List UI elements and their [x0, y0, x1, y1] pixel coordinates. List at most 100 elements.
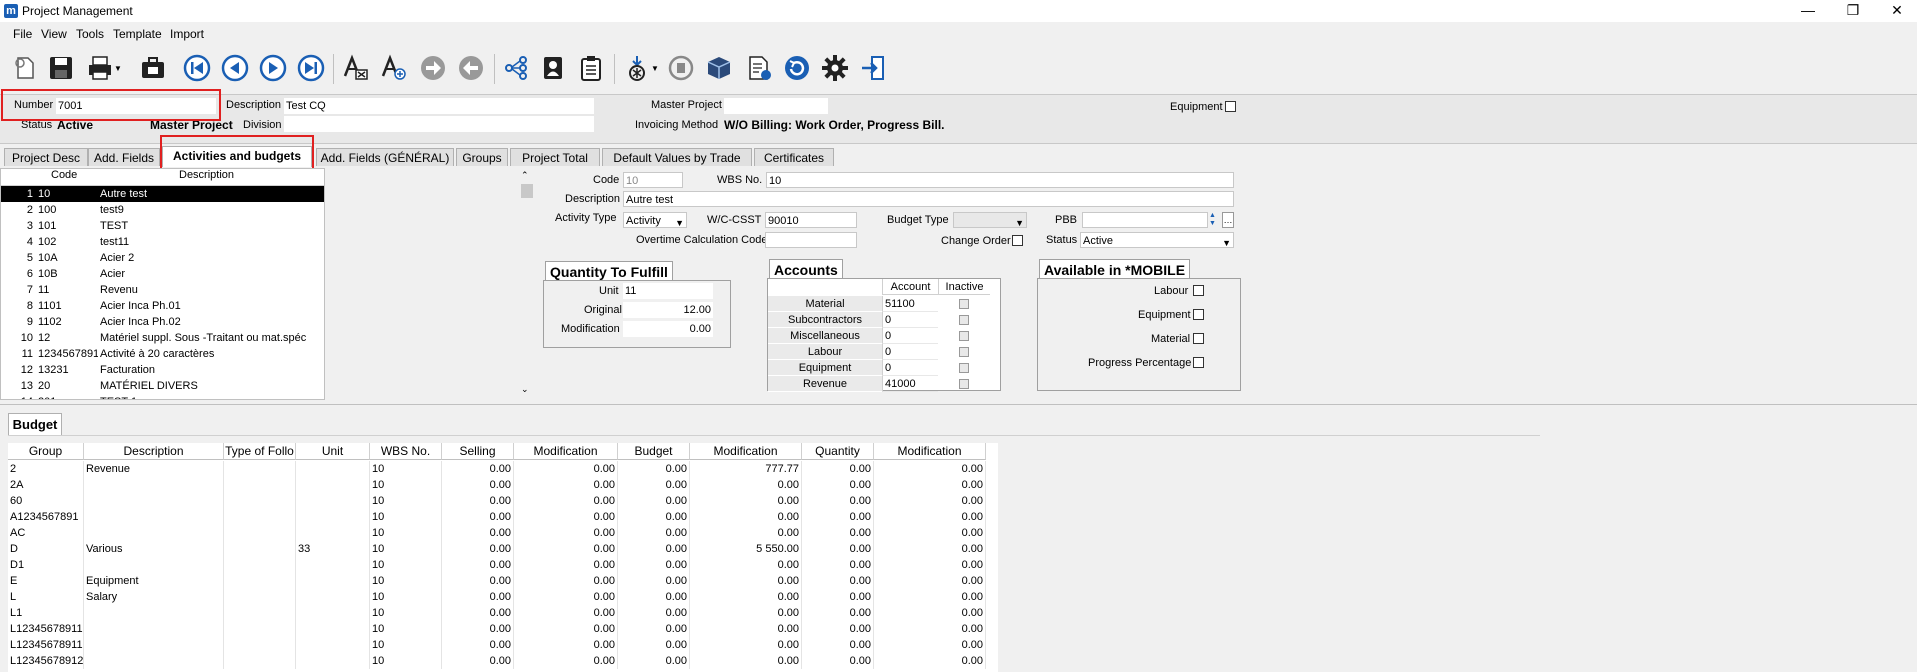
gear-icon[interactable]	[820, 52, 850, 84]
budget-column-header[interactable]: Unit	[296, 443, 370, 460]
account-row-number[interactable]: 51100	[882, 296, 938, 312]
list-item[interactable]: 11 1234567891 Activité à 20 caractères	[1, 346, 324, 362]
detail-status-select[interactable]: Active ▼	[1080, 232, 1234, 248]
table-row[interactable]: 2A 10 0.00 0.00 0.00 0.00 0.00 0.00	[8, 477, 998, 493]
account-row-number[interactable]: 41000	[882, 376, 938, 392]
table-row[interactable]: L12345678912 10 0.00 0.00 0.00 0.00 0.00 0.00	[8, 653, 998, 669]
clipboard-icon[interactable]	[576, 52, 606, 84]
inactive-column-header[interactable]: Inactive	[938, 279, 990, 295]
exit-icon[interactable]	[858, 52, 888, 84]
division-field[interactable]	[284, 116, 594, 132]
scroll-thumb[interactable]	[521, 184, 533, 198]
list-item[interactable]: 8 1101 Acier Inca Ph.01	[1, 298, 324, 314]
table-row[interactable]: 2 Revenue 10 0.00 0.00 0.00 777.77 0.00 0.00	[8, 461, 998, 477]
list-item[interactable]: 10 12 Matériel suppl. Sous -Traitant ou ma…	[1, 330, 324, 346]
pbb-field[interactable]	[1082, 212, 1208, 228]
modification-field[interactable]: 0.00	[623, 321, 713, 337]
unit-field[interactable]: 11	[623, 283, 713, 299]
inactive-checkbox[interactable]	[959, 299, 969, 309]
list-item[interactable]: 14 201TEST 1	[1, 394, 324, 399]
add-text-icon[interactable]	[378, 52, 408, 84]
column-header-code[interactable]: Code	[51, 169, 77, 181]
tab-add-fields-general[interactable]: Add. Fields (GÉNÉRAL)	[316, 148, 454, 166]
inactive-checkbox[interactable]	[959, 379, 969, 389]
budget-column-header[interactable]: Budget	[618, 443, 690, 460]
mobile-material-checkbox[interactable]	[1193, 333, 1204, 344]
overtime-field[interactable]	[765, 232, 857, 248]
contact-card-icon[interactable]	[538, 52, 568, 84]
convert-icon[interactable]	[666, 52, 696, 84]
scroll-down-icon[interactable]: ⌄	[521, 384, 529, 395]
tab-budget[interactable]: Budget	[8, 413, 62, 435]
budget-type-select[interactable]: ▼	[953, 212, 1027, 228]
cube-icon[interactable]	[704, 52, 734, 84]
account-row-number[interactable]: 0	[882, 312, 938, 328]
list-item[interactable]: 2 100 test9	[1, 202, 324, 218]
code-field[interactable]: 10	[623, 172, 683, 188]
activity-list-scrollbar[interactable]: ⌃ ⌄	[519, 168, 535, 400]
restore-icon[interactable]: ❐	[1838, 2, 1868, 19]
save-icon[interactable]	[46, 52, 76, 84]
back-arrow-icon[interactable]	[456, 52, 486, 84]
list-item[interactable]: 12 13231 Facturation	[1, 362, 324, 378]
list-item[interactable]: 3 101 TEST	[1, 218, 324, 234]
tab-groups[interactable]: Groups	[456, 148, 508, 166]
mobile-progress-checkbox[interactable]	[1193, 357, 1204, 368]
tab-project-total[interactable]: Project Total	[510, 148, 600, 166]
first-record-icon[interactable]	[182, 52, 212, 84]
list-item[interactable]: 7 11 Revenu	[1, 282, 324, 298]
list-item[interactable]: 1 10 Autre test	[1, 186, 324, 202]
original-field[interactable]: 12.00	[623, 302, 713, 318]
inactive-checkbox[interactable]	[959, 331, 969, 341]
table-row[interactable]: A1234567891 10 0.00 0.00 0.00 0.00 0.00 0.00	[8, 509, 998, 525]
clear-text-icon[interactable]	[340, 52, 370, 84]
change-order-checkbox[interactable]	[1012, 235, 1023, 246]
budget-column-header[interactable]: Modification	[874, 443, 986, 460]
tab-default-values-by-trade[interactable]: Default Values by Trade	[602, 148, 752, 166]
master-project-field[interactable]	[724, 98, 828, 114]
description-field[interactable]: Test CQ	[284, 98, 594, 114]
menu-template[interactable]: Template	[113, 27, 162, 41]
previous-record-icon[interactable]	[220, 52, 250, 84]
asterisk-download-icon[interactable]: ▼	[620, 52, 662, 84]
list-item[interactable]: 6 10B Acier	[1, 266, 324, 282]
table-row[interactable]: AC 10 0.00 0.00 0.00 0.00 0.00 0.00	[8, 525, 998, 541]
table-row[interactable]: D1 10 0.00 0.00 0.00 0.00 0.00 0.00	[8, 557, 998, 573]
account-row-number[interactable]: 0	[882, 328, 938, 344]
budget-column-header[interactable]: Modification	[690, 443, 802, 460]
print-icon[interactable]: ▼	[84, 52, 124, 84]
table-row[interactable]: L Salary 10 0.00 0.00 0.00 0.00 0.00 0.00	[8, 589, 998, 605]
table-row[interactable]: L12345678911 10 0.00 0.00 0.00 0.00 0.00 0.00	[8, 637, 998, 653]
list-item[interactable]: 13 20 MATÉRIEL DIVERS	[1, 378, 324, 394]
table-row[interactable]: 60 10 0.00 0.00 0.00 0.00 0.00 0.00	[8, 493, 998, 509]
budget-column-header[interactable]: Group	[8, 443, 84, 460]
inactive-checkbox[interactable]	[959, 347, 969, 357]
last-record-icon[interactable]	[296, 52, 326, 84]
pbb-spinner-icon[interactable]: ▲ ▼	[1209, 212, 1221, 228]
mobile-equipment-checkbox[interactable]	[1193, 309, 1204, 320]
detail-description-field[interactable]: Autre test	[623, 191, 1234, 207]
budget-column-header[interactable]: Type of Follo	[224, 443, 296, 460]
account-row-number[interactable]: 0	[882, 344, 938, 360]
tab-add-fields[interactable]: Add. Fields	[88, 148, 160, 166]
minimize-icon[interactable]: —	[1793, 2, 1823, 18]
next-record-icon[interactable]	[258, 52, 288, 84]
table-row[interactable]: D Various 33 10 0.00 0.00 0.00 5 550.00 0.00 0.00	[8, 541, 998, 557]
close-icon[interactable]: ✕	[1882, 2, 1912, 19]
account-row-number[interactable]: 0	[882, 360, 938, 376]
table-row[interactable]: E Equipment 10 0.00 0.00 0.00 0.00 0.00 0.00	[8, 573, 998, 589]
budget-column-header[interactable]: Modification	[514, 443, 618, 460]
menu-tools[interactable]: Tools	[76, 27, 104, 41]
forward-arrow-icon[interactable]	[418, 52, 448, 84]
list-item[interactable]: 5 10A Acier 2	[1, 250, 324, 266]
pbb-browse-button[interactable]: …	[1222, 212, 1234, 228]
activity-type-select[interactable]: Activity ▼	[623, 212, 687, 228]
wbs-field[interactable]: 10	[766, 172, 1234, 188]
share-icon[interactable]	[501, 52, 531, 84]
account-column-header[interactable]: Account	[882, 279, 938, 295]
tab-certificates[interactable]: Certificates	[754, 148, 834, 166]
new-document-icon[interactable]	[10, 52, 40, 84]
wc-csst-field[interactable]: 90010	[765, 212, 857, 228]
menu-file[interactable]: File	[13, 27, 32, 41]
list-item[interactable]: 4 102 test11	[1, 234, 324, 250]
